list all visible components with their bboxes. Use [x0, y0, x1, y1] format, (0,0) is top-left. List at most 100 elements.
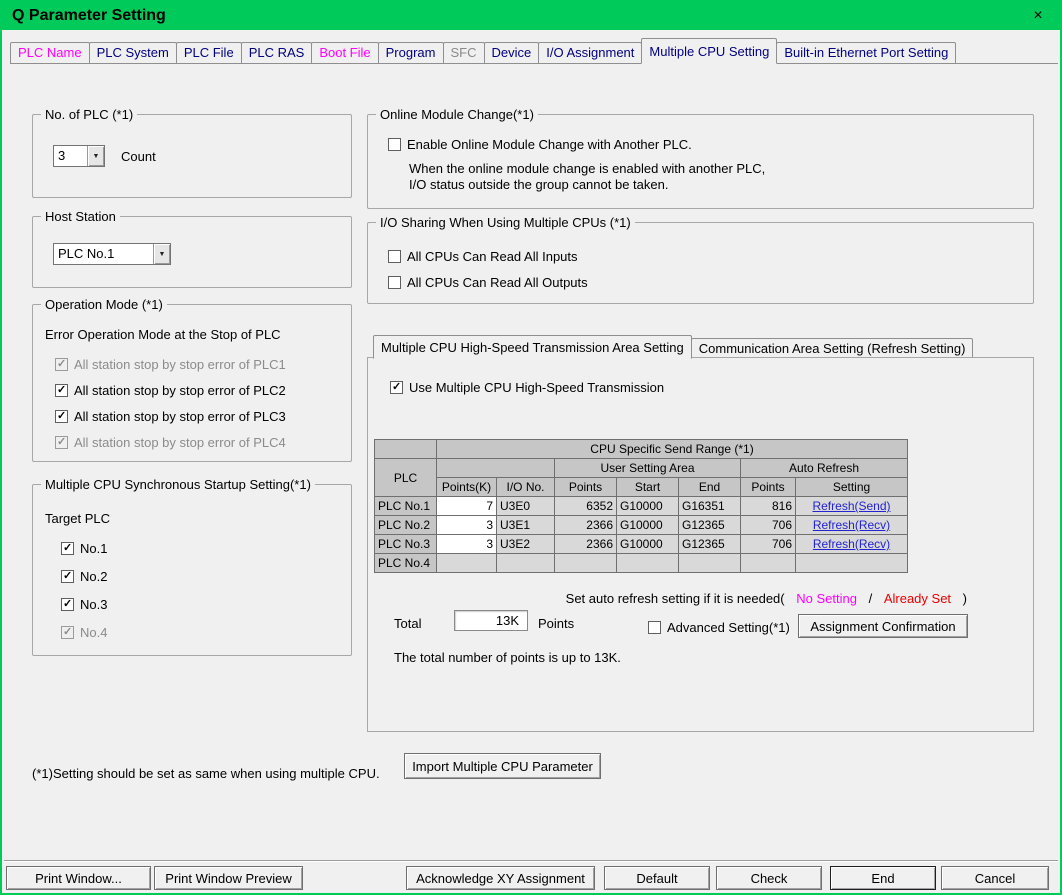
checkbox-icon[interactable]: [388, 138, 401, 151]
io-no-cell: U3E2: [497, 535, 555, 554]
group-online-module-change-title: Online Module Change(*1): [376, 107, 538, 122]
checkbox-enable-online-module-change[interactable]: Enable Online Module Change with Another…: [388, 137, 692, 152]
checkbox-label: All CPUs Can Read All Inputs: [407, 249, 578, 264]
inner-tab-bar: Multiple CPU High-Speed Transmission Are…: [373, 334, 972, 358]
host-station-select[interactable]: PLC No.1 ▼: [53, 243, 171, 265]
table-row-plc2: PLC No.2 3 U3E1 2366 G10000 G12365 706 R…: [375, 516, 908, 535]
points-k-cell[interactable]: 7: [437, 497, 497, 516]
start-cell: G10000: [617, 535, 679, 554]
total-points-field: 13K: [454, 610, 528, 631]
tab-device[interactable]: Device: [484, 42, 540, 63]
start-header: Start: [617, 478, 679, 497]
user-points-cell: [555, 554, 617, 573]
hs-transmission-panel: Use Multiple CPU High-Speed Transmission…: [367, 357, 1034, 732]
points-k-cell[interactable]: 3: [437, 535, 497, 554]
checkbox-icon[interactable]: [61, 542, 74, 555]
checkbox-icon: [61, 626, 74, 639]
checkbox-stop-error-plc2[interactable]: All station stop by stop error of PLC2: [55, 383, 286, 398]
checkbox-advanced-setting[interactable]: Advanced Setting(*1): [648, 620, 790, 635]
tab-sfc[interactable]: SFC: [443, 42, 485, 63]
table-header-row-span: CPU Specific Send Range (*1): [375, 440, 908, 459]
checkbox-icon[interactable]: [61, 598, 74, 611]
checkbox-target-plc-no2[interactable]: No.2: [61, 569, 107, 584]
checkbox-target-plc-no1[interactable]: No.1: [61, 541, 107, 556]
start-cell: G10000: [617, 516, 679, 535]
chevron-down-icon[interactable]: ▼: [153, 244, 170, 264]
print-window-preview-button[interactable]: Print Window Preview: [154, 866, 303, 890]
tab-plc-ras[interactable]: PLC RAS: [241, 42, 313, 63]
checkbox-icon[interactable]: [388, 250, 401, 263]
close-icon[interactable]: ×: [1026, 7, 1050, 25]
tab-multiple-cpu-setting[interactable]: Multiple CPU Setting: [641, 38, 777, 64]
check-button[interactable]: Check: [716, 866, 822, 890]
chevron-down-icon[interactable]: ▼: [87, 146, 104, 166]
checkbox-icon[interactable]: [390, 381, 403, 394]
tab-hs-transmission-area-setting[interactable]: Multiple CPU High-Speed Transmission Are…: [373, 335, 692, 359]
group-sync-startup: Multiple CPU Synchronous Startup Setting…: [32, 484, 352, 656]
operation-mode-subtitle: Error Operation Mode at the Stop of PLC: [45, 327, 281, 342]
import-multiple-cpu-parameter-button[interactable]: Import Multiple CPU Parameter: [404, 753, 601, 779]
tab-program[interactable]: Program: [378, 42, 444, 63]
checkbox-read-all-outputs[interactable]: All CPUs Can Read All Outputs: [388, 275, 588, 290]
checkbox-use-hs-transmission[interactable]: Use Multiple CPU High-Speed Transmission: [390, 380, 664, 395]
tab-io-assignment[interactable]: I/O Assignment: [538, 42, 642, 63]
checkbox-target-plc-no3[interactable]: No.3: [61, 597, 107, 612]
checkbox-icon[interactable]: [648, 621, 661, 634]
bottom-separator: [4, 860, 1058, 862]
checkbox-label: All station stop by stop error of PLC1: [74, 357, 286, 372]
tab-boot-file[interactable]: Boot File: [311, 42, 378, 63]
refresh-send-link[interactable]: Refresh(Send): [812, 499, 890, 513]
tab-plc-file[interactable]: PLC File: [176, 42, 242, 63]
auto-points-cell: 706: [741, 516, 796, 535]
default-button[interactable]: Default: [604, 866, 710, 890]
window-title: Q Parameter Setting: [12, 7, 166, 25]
tab-communication-area-setting[interactable]: Communication Area Setting (Refresh Sett…: [691, 338, 974, 358]
assignment-confirmation-button[interactable]: Assignment Confirmation: [798, 614, 968, 638]
refresh-recv-link[interactable]: Refresh(Recv): [813, 518, 890, 532]
checkbox-label: Enable Online Module Change with Another…: [407, 137, 692, 152]
plc-count-select[interactable]: 3 ▼: [53, 145, 105, 167]
online-module-note-line1: When the online module change is enabled…: [409, 161, 765, 176]
user-points-cell: 2366: [555, 516, 617, 535]
group-io-sharing: I/O Sharing When Using Multiple CPUs (*1…: [367, 222, 1034, 304]
checkbox-label: All station stop by stop error of PLC3: [74, 409, 286, 424]
checkbox-stop-error-plc4: All station stop by stop error of PLC4: [55, 435, 286, 450]
tab-plc-name[interactable]: PLC Name: [10, 42, 90, 63]
plc-column-header: PLC: [375, 459, 437, 497]
checkbox-icon[interactable]: [55, 384, 68, 397]
auto-refresh-note-prefix: Set auto refresh setting if it is needed…: [566, 591, 785, 606]
checkbox-label: All CPUs Can Read All Outputs: [407, 275, 588, 290]
setting-cell: Refresh(Recv): [796, 516, 908, 535]
tab-built-in-ethernet-port-setting[interactable]: Built-in Ethernet Port Setting: [776, 42, 956, 63]
cancel-button[interactable]: Cancel: [941, 866, 1049, 890]
online-module-note-line2: I/O status outside the group cannot be t…: [409, 177, 668, 192]
checkbox-icon[interactable]: [55, 410, 68, 423]
no-setting-label: No Setting: [796, 591, 857, 606]
refresh-recv-link[interactable]: Refresh(Recv): [813, 537, 890, 551]
end-button[interactable]: End: [830, 866, 936, 890]
io-no-cell: U3E0: [497, 497, 555, 516]
checkbox-stop-error-plc3[interactable]: All station stop by stop error of PLC3: [55, 409, 286, 424]
checkbox-icon[interactable]: [388, 276, 401, 289]
note-separator: /: [869, 591, 873, 606]
acknowledge-xy-assignment-button[interactable]: Acknowledge XY Assignment: [406, 866, 595, 890]
setting-header: Setting: [796, 478, 908, 497]
points-k-cell[interactable]: 3: [437, 516, 497, 535]
checkbox-label: No.2: [80, 569, 107, 584]
footnote-text: (*1)Setting should be set as same when u…: [32, 766, 380, 781]
checkbox-stop-error-plc1: All station stop by stop error of PLC1: [55, 357, 286, 372]
title-bar: Q Parameter Setting ×: [2, 2, 1060, 30]
group-host-station: Host Station PLC No.1 ▼: [32, 216, 352, 288]
end-cell: G12365: [679, 535, 741, 554]
checkbox-icon[interactable]: [61, 570, 74, 583]
end-cell: G12365: [679, 516, 741, 535]
tab-plc-system[interactable]: PLC System: [89, 42, 177, 63]
checkbox-read-all-inputs[interactable]: All CPUs Can Read All Inputs: [388, 249, 578, 264]
auto-points-header: Points: [741, 478, 796, 497]
print-window-button[interactable]: Print Window...: [6, 866, 151, 890]
max-points-note: The total number of points is up to 13K.: [394, 650, 621, 665]
io-no-cell: [497, 554, 555, 573]
total-unit-label: Points: [538, 616, 574, 631]
checkbox-label: All station stop by stop error of PLC4: [74, 435, 286, 450]
user-points-cell: 6352: [555, 497, 617, 516]
